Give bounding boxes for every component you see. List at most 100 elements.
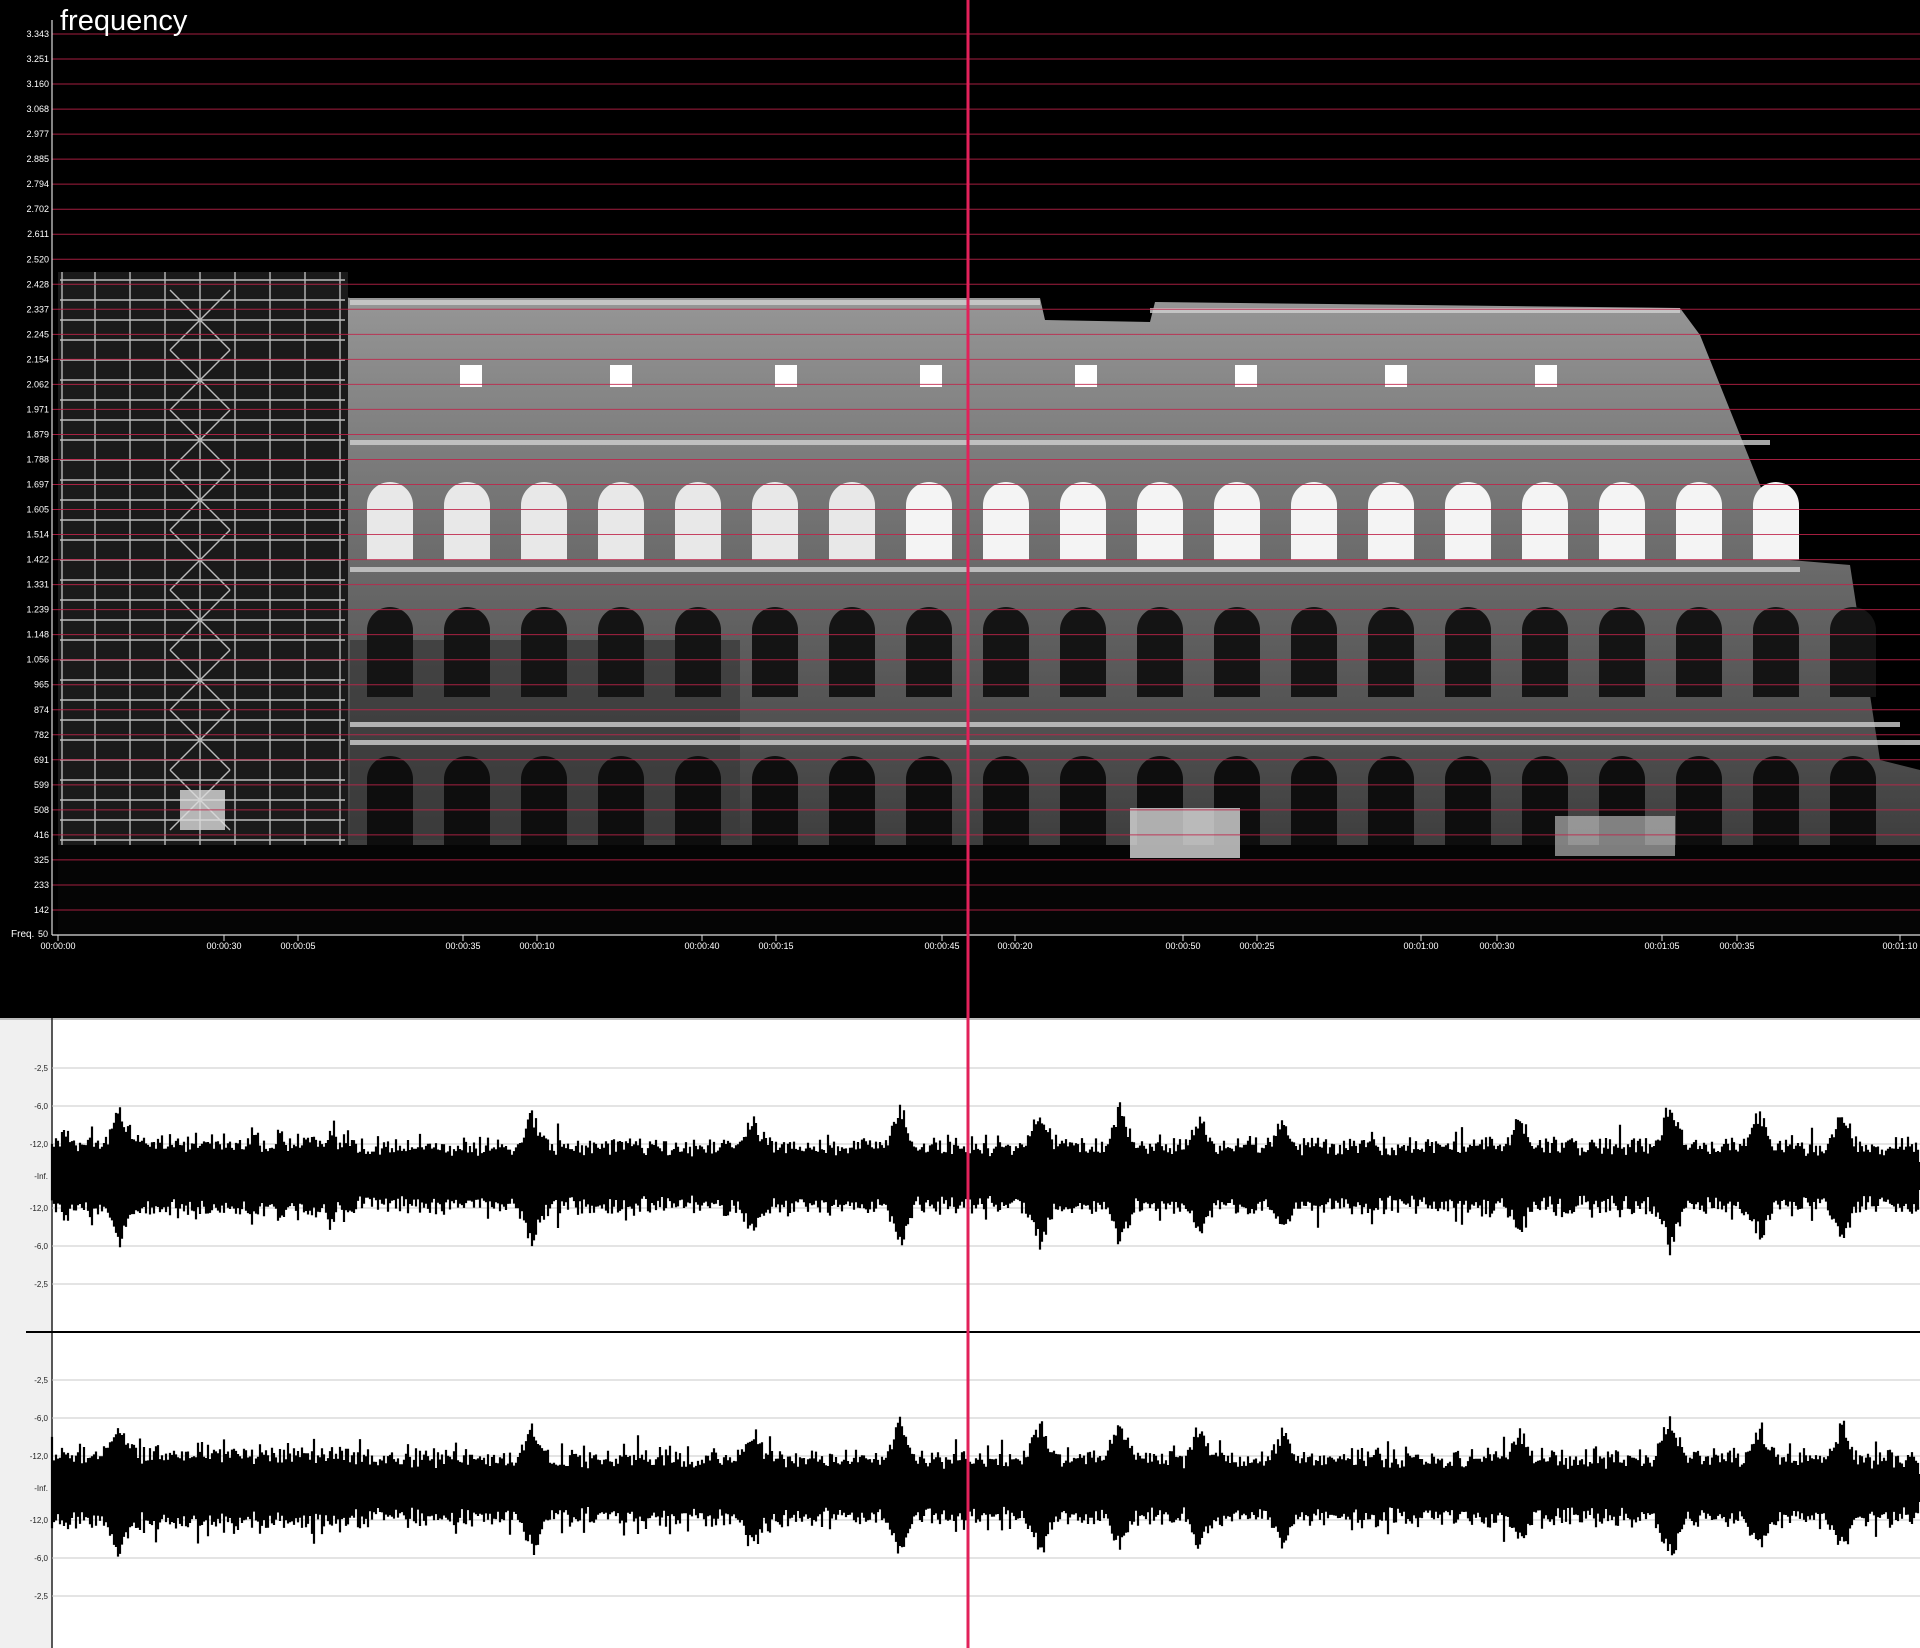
arch <box>598 756 644 848</box>
arch <box>521 482 567 560</box>
arch <box>1368 482 1414 560</box>
arch <box>444 482 490 560</box>
time-tick-label: 00:00:50 <box>1165 941 1200 951</box>
arch <box>675 607 721 697</box>
arch <box>829 756 875 848</box>
attic-window <box>1075 365 1097 387</box>
arch <box>1753 482 1799 560</box>
arch <box>1291 756 1337 848</box>
frequency-tick-label: 1.331 <box>26 580 49 590</box>
frequency-tick-label: 1.148 <box>26 630 49 640</box>
db-tick-label: -6,0 <box>34 1554 48 1563</box>
arch <box>752 482 798 560</box>
db-tick-label: -2,5 <box>34 1280 48 1289</box>
db-tick-label: -2,5 <box>34 1376 48 1385</box>
cornice <box>350 440 1770 445</box>
cornice <box>350 300 1040 305</box>
arch <box>598 482 644 560</box>
db-tick-label: -6,0 <box>34 1414 48 1423</box>
arch <box>1060 607 1106 697</box>
arch <box>1676 482 1722 560</box>
arch <box>1214 482 1260 560</box>
waveform-panel: -2,5 -6,0 -12,0 -Inf. -12,0 -6,0 -2,5 -2,5 -6,0 -… <box>0 1018 1920 1648</box>
attic-window <box>1535 365 1557 387</box>
db-tick-label: -12,0 <box>30 1204 49 1213</box>
spectrogram-title: frequency <box>60 5 188 37</box>
time-tick-label: 00:00:00 <box>40 941 75 951</box>
colosseum-facade-image <box>58 272 1920 935</box>
frequency-tick-label: 416 <box>34 830 49 840</box>
db-tick-label: -12,0 <box>30 1140 49 1149</box>
arch <box>1291 482 1337 560</box>
frequency-tick-label: 325 <box>34 855 49 865</box>
waveform-core <box>52 1162 1920 1190</box>
frequency-tick-label: 1.239 <box>26 605 49 615</box>
arch <box>752 607 798 697</box>
frequency-tick-label: 142 <box>34 905 49 915</box>
frequency-tick-label: 2.428 <box>26 279 49 289</box>
arch <box>1368 756 1414 848</box>
audio-editor-view: 3.343 3.251 3.160 3.068 2.977 2.885 2.794 2.702… <box>0 0 1920 1648</box>
db-tick-label: -2,5 <box>34 1064 48 1073</box>
arch <box>1214 607 1260 697</box>
frequency-tick-label: 1.971 <box>26 404 49 414</box>
frequency-tick-label: 2.520 <box>26 254 49 264</box>
waveform-core <box>52 1474 1920 1502</box>
time-tick-label: 00:00:15 <box>758 941 793 951</box>
arch <box>1445 482 1491 560</box>
db-tick-label: -12,0 <box>30 1516 49 1525</box>
arch <box>675 482 721 560</box>
arch <box>521 607 567 697</box>
arch <box>521 756 567 848</box>
frequency-tick-label: 782 <box>34 730 49 740</box>
db-tick-label: -Inf. <box>34 1172 48 1181</box>
frequency-tick-label: 3.343 <box>26 29 49 39</box>
time-tick-label: 00:00:35 <box>1719 941 1754 951</box>
arch <box>1445 607 1491 697</box>
db-tick-label: -Inf. <box>34 1484 48 1493</box>
arch <box>983 482 1029 560</box>
arch <box>367 756 413 848</box>
arch <box>1522 607 1568 697</box>
db-tick-label: -2,5 <box>34 1592 48 1601</box>
time-tick-label: 00:00:30 <box>1479 941 1514 951</box>
arch <box>1291 607 1337 697</box>
arch <box>829 607 875 697</box>
arch <box>675 756 721 848</box>
frequency-tick-label: 1.605 <box>26 505 49 515</box>
arch <box>906 756 952 848</box>
time-tick-label: 00:00:10 <box>519 941 554 951</box>
time-tick-label: 00:00:40 <box>684 941 719 951</box>
arch <box>1137 482 1183 560</box>
time-tick-label: 00:00:05 <box>280 941 315 951</box>
attic-window <box>460 365 482 387</box>
cornice <box>350 722 1900 727</box>
time-tick-label: 00:00:45 <box>924 941 959 951</box>
time-tick-label: 00:00:20 <box>997 941 1032 951</box>
time-tick-label: 00:00:25 <box>1239 941 1274 951</box>
arch <box>1445 756 1491 848</box>
arch <box>444 607 490 697</box>
arch <box>906 482 952 560</box>
arch <box>1522 482 1568 560</box>
frequency-tick-label: 2.337 <box>26 304 49 314</box>
attic-window <box>610 365 632 387</box>
arch <box>1676 756 1722 848</box>
frequency-tick-label: 3.251 <box>26 54 49 64</box>
db-tick-label: -6,0 <box>34 1242 48 1251</box>
frequency-tick-label: 2.611 <box>27 229 49 239</box>
frequency-tick-label: 2.794 <box>26 179 49 189</box>
frequency-tick-label: 599 <box>34 780 49 790</box>
frequency-tick-label: 2.977 <box>26 129 49 139</box>
arch <box>1753 756 1799 848</box>
attic-window <box>775 365 797 387</box>
arch <box>1060 756 1106 848</box>
arch <box>1830 756 1876 848</box>
arch <box>1060 482 1106 560</box>
arch <box>829 482 875 560</box>
arch <box>1676 607 1722 697</box>
spectrogram-panel: 3.343 3.251 3.160 3.068 2.977 2.885 2.794 2.702… <box>0 0 1920 1018</box>
db-tick-label: -6,0 <box>34 1102 48 1111</box>
cornice <box>350 567 1800 572</box>
arch <box>1137 607 1183 697</box>
